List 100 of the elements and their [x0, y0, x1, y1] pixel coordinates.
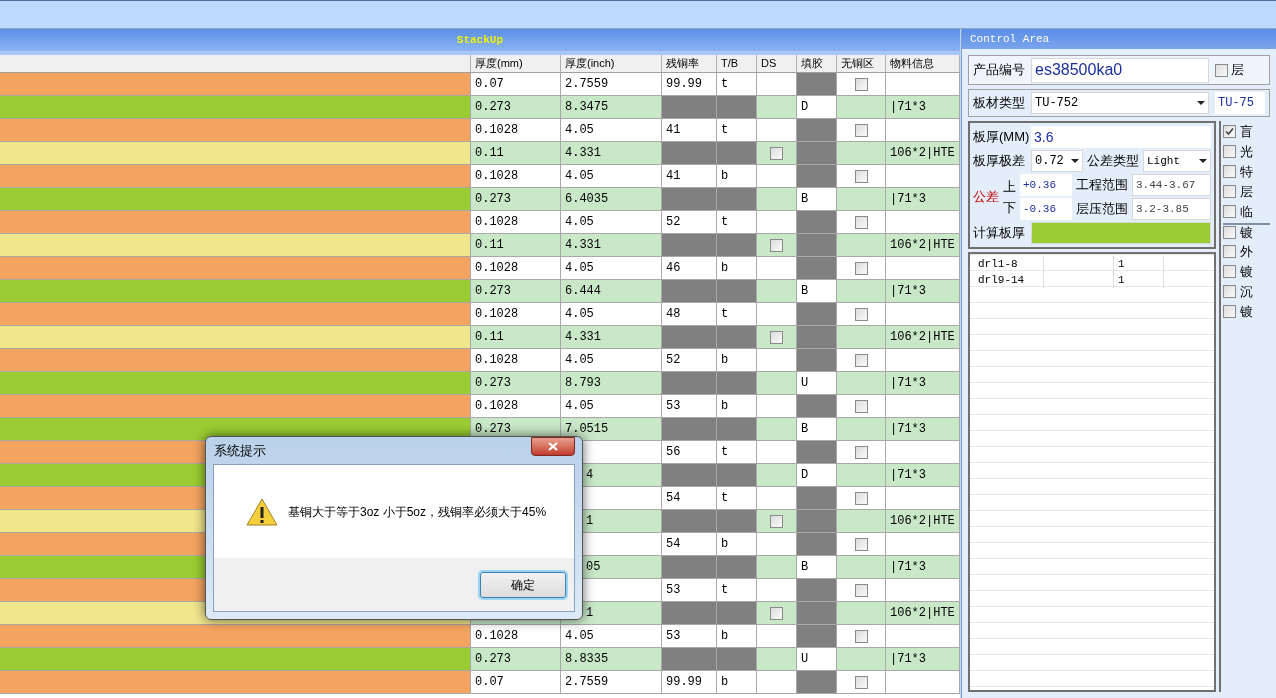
- table-cell-text: 0.273: [475, 651, 511, 668]
- table-cell-text: 106*2|HTE: [890, 513, 955, 530]
- table-cell-text: 8.3475: [565, 99, 609, 116]
- checkbox[interactable]: [854, 629, 868, 643]
- table-cell-text: t: [721, 76, 729, 93]
- checkbox[interactable]: [770, 330, 783, 344]
- input-field[interactable]: +0.36: [1020, 174, 1072, 196]
- input-field[interactable]: -0.36: [1020, 198, 1072, 220]
- checkbox[interactable]: [770, 238, 783, 252]
- checkbox[interactable]: [1223, 245, 1236, 258]
- checkbox[interactable]: [854, 537, 868, 551]
- dropdown[interactable]: 0.72: [1031, 150, 1083, 172]
- field-label: 盲: [1240, 122, 1253, 141]
- table-cell-text: 0.1028: [475, 168, 519, 185]
- dropdown[interactable]: Light: [1143, 150, 1211, 172]
- checkbox[interactable]: [854, 353, 868, 367]
- ok-button[interactable]: 确定: [480, 571, 566, 598]
- checkbox[interactable]: [854, 583, 868, 597]
- input-field[interactable]: 3.6: [1031, 126, 1211, 148]
- checkbox[interactable]: [854, 123, 868, 137]
- table-cell-text: 0.273: [475, 421, 511, 438]
- checkbox[interactable]: [854, 215, 868, 229]
- caret-icon: [1071, 159, 1079, 163]
- panel-title: Control Area: [962, 29, 1276, 49]
- table-cell-text: t: [721, 122, 729, 139]
- checkbox[interactable]: [1223, 226, 1236, 239]
- field-label: 光: [1240, 142, 1253, 161]
- table-cell-text: 4.05: [565, 398, 594, 415]
- input-field[interactable]: es38500ka0: [1031, 57, 1209, 83]
- close-icon: [548, 442, 558, 451]
- caret-icon: [1197, 101, 1205, 105]
- checkbox[interactable]: [1223, 265, 1236, 278]
- checkbox[interactable]: [770, 606, 783, 620]
- checkbox[interactable]: [1223, 285, 1236, 298]
- table-cell-text: B: [801, 421, 809, 438]
- warning-icon: [246, 497, 278, 526]
- checkbox[interactable]: [770, 146, 783, 160]
- table-cell-text: 4: [586, 467, 594, 484]
- table-cell-text: t: [721, 306, 729, 323]
- table-cell-text: 106*2|HTE: [890, 145, 955, 162]
- table-cell-text: 54: [666, 490, 681, 507]
- checkbox[interactable]: [854, 675, 868, 689]
- table-cell-text: 4.05: [565, 168, 594, 185]
- checkbox[interactable]: [854, 399, 868, 413]
- checkbox[interactable]: [854, 491, 868, 505]
- checkbox[interactable]: [1223, 305, 1236, 318]
- table-cell-text: 53: [666, 582, 681, 599]
- table-cell-text: 0.07: [475, 76, 504, 93]
- field-label: 镀: [1240, 302, 1253, 321]
- table-cell-text: 0.11: [475, 329, 504, 346]
- dropdown[interactable]: TU-752: [1031, 92, 1209, 114]
- table-cell-text: 46: [666, 260, 681, 277]
- table-cell-text: 0.273: [475, 191, 511, 208]
- table-cell-text: D: [801, 467, 809, 484]
- checkbox[interactable]: [1223, 125, 1236, 138]
- table-cell-text: 99.99: [666, 674, 702, 691]
- table-cell-text: 4.05: [565, 214, 594, 231]
- table-cell-text: B: [801, 191, 809, 208]
- table-cell-text: b: [721, 628, 729, 645]
- column-header: 厚度(inch): [561, 55, 662, 72]
- table-cell-text: 2.7559: [565, 674, 609, 691]
- table-cell-text: 106*2|HTE: [890, 605, 955, 622]
- checkbox[interactable]: [1223, 205, 1236, 218]
- input-field[interactable]: 3.44-3.67: [1132, 174, 1211, 196]
- table-cell-text: 106*2|HTE: [890, 237, 955, 254]
- checkbox[interactable]: [854, 169, 868, 183]
- table-cell-text: 4.05: [565, 352, 594, 369]
- input-field[interactable]: TU-75: [1215, 92, 1265, 114]
- table-cell-text: drl9-14: [978, 272, 1025, 288]
- table-cell-text: 1: [1118, 256, 1125, 272]
- table-cell-text: 8.8335: [565, 651, 609, 668]
- field-label: 板材类型: [973, 94, 1025, 113]
- checkbox[interactable]: [854, 77, 868, 91]
- table-cell-text: 4.331: [565, 145, 601, 162]
- table-cell-text: 0.1028: [475, 628, 519, 645]
- table-cell-text: |71*3: [890, 283, 926, 300]
- input-field[interactable]: 3.2-3.85: [1132, 198, 1211, 220]
- checkbox[interactable]: [1215, 63, 1228, 77]
- table-cell-text: 05: [586, 559, 601, 576]
- checkbox[interactable]: [770, 514, 783, 528]
- table-cell-text: 1: [1118, 272, 1125, 288]
- field-label: 产品编号: [973, 61, 1025, 80]
- table-cell-text: 0.1028: [475, 352, 519, 369]
- table-cell-text: 4.331: [565, 329, 601, 346]
- table-cell-text: 0.1028: [475, 398, 519, 415]
- table-cell-text: t: [721, 582, 729, 599]
- table-cell-text: b: [721, 260, 729, 277]
- checkbox[interactable]: [854, 445, 868, 459]
- close-button[interactable]: [531, 437, 575, 456]
- field-label: 下: [1003, 199, 1016, 217]
- table-cell-text: 106*2|HTE: [890, 329, 955, 346]
- checkbox[interactable]: [854, 307, 868, 321]
- field-label: 外: [1240, 242, 1253, 261]
- checkbox[interactable]: [1223, 165, 1236, 178]
- checkbox[interactable]: [1223, 185, 1236, 198]
- checkbox[interactable]: [854, 261, 868, 275]
- table-cell-text: 7.0515: [565, 421, 609, 438]
- table-cell-text: |71*3: [890, 559, 926, 576]
- checkbox[interactable]: [1223, 145, 1236, 158]
- table-cell-text: b: [721, 168, 729, 185]
